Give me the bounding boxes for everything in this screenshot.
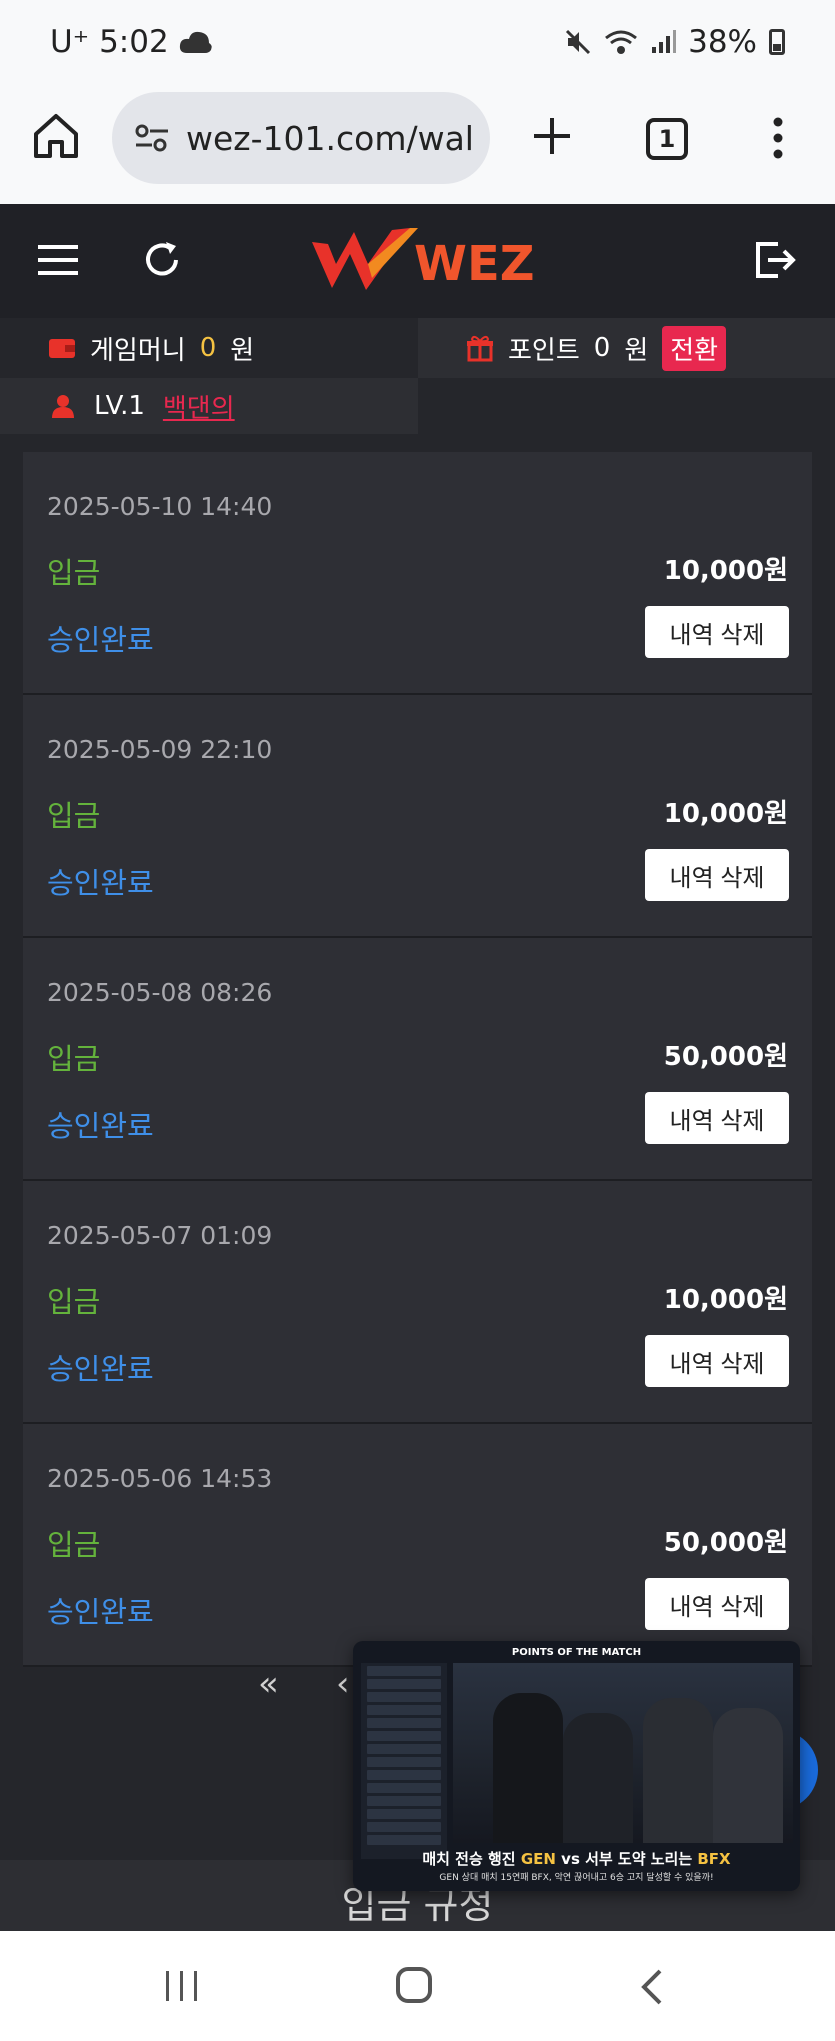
wez-logo-mark [312,228,418,290]
transaction-status: 승인완료 [47,1352,154,1386]
url-text[interactable]: wez-101.com/wall [186,119,476,158]
transaction-list: 2025-05-10 14:40 입금 10,000원 승인완료 내역 삭제 2… [23,452,812,1667]
transaction-type: 입금 [47,1285,101,1319]
transaction-amount: 10,000원 [663,1285,788,1315]
carrier-label: U⁺ [50,24,90,60]
pip-caption-team1: GEN [520,1850,556,1868]
transaction-status: 승인완료 [47,1595,154,1629]
wallet-summary: 게임머니 0 원 포인트 0 원 전환 [0,318,835,378]
transaction-status: 승인완료 [47,866,154,900]
game-money-label: 게임머니 [90,335,186,366]
transaction-date: 2025-05-06 14:53 [47,1464,273,1493]
transaction-amount: 50,000원 [663,1528,788,1558]
new-tab-icon[interactable] [530,114,574,158]
status-bar-right: 38% [564,24,785,60]
mute-icon [566,29,591,55]
cloud-icon [179,31,212,53]
signal-icon [652,30,677,53]
game-money-value: 0 [199,333,217,363]
pip-caption-b: vs 서부 도약 노리는 [555,1850,698,1868]
battery-icon [769,29,785,55]
transaction-item: 2025-05-09 22:10 입금 10,000원 승인완료 내역 삭제 [23,695,812,938]
transaction-amount: 50,000원 [663,1042,788,1072]
transaction-status: 승인완료 [47,1109,154,1143]
delete-record-button[interactable]: 내역 삭제 [645,1335,789,1387]
game-money-cell: 게임머니 0 원 [0,318,418,378]
hamburger-menu-icon[interactable] [38,244,78,276]
more-menu-icon[interactable] [770,116,786,160]
logout-icon[interactable] [752,238,796,282]
status-bar: U⁺ 5:02 38% [0,0,835,88]
address-bar[interactable]: wez-101.com/wall [112,92,490,184]
clock: 5:02 [99,24,169,60]
pip-video-player[interactable]: POINTS OF THE MATCH 매치 전승 행진 GEN vs 서부 도… [353,1641,800,1891]
user-nickname-link[interactable]: 백댄의 [163,388,235,425]
status-bar-left: U⁺ 5:02 [50,24,213,60]
tab-switcher-button[interactable]: 1 [646,118,688,160]
site-settings-icon[interactable] [132,118,172,158]
pip-video-frame [453,1663,793,1843]
wallet-icon [49,339,75,358]
transaction-amount: 10,000원 [663,556,788,586]
gift-icon [467,335,493,362]
pip-caption: 매치 전승 행진 GEN vs 서부 도약 노리는 BFX [353,1848,800,1869]
prev-page-button[interactable]: ‹ [336,1664,350,1704]
game-money-unit: 원 [230,335,255,366]
transaction-status: 승인완료 [47,623,154,657]
system-back-icon[interactable] [636,1967,666,2007]
transaction-item: 2025-05-08 08:26 입금 50,000원 승인완료 내역 삭제 [23,938,812,1181]
first-page-button[interactable]: « [258,1664,279,1704]
site-logo[interactable]: WEZ [310,224,535,298]
wifi-icon [605,30,638,54]
point-label: 포인트 [508,335,580,366]
point-value: 0 [593,333,611,363]
site-header: WEZ [0,204,835,318]
transaction-item: 2025-05-07 01:09 입금 10,000원 승인완료 내역 삭제 [23,1181,812,1424]
transaction-type: 입금 [47,556,101,590]
user-level: LV.1 [94,391,145,421]
transaction-item: 2025-05-06 14:53 입금 50,000원 승인완료 내역 삭제 [23,1424,812,1667]
delete-record-button[interactable]: 내역 삭제 [645,606,789,658]
user-icon [52,395,74,418]
transaction-date: 2025-05-10 14:40 [47,492,273,521]
point-cell: 포인트 0 원 전환 [418,318,835,378]
recent-apps-icon[interactable] [162,1969,202,2003]
transaction-date: 2025-05-07 01:09 [47,1221,273,1250]
refresh-icon[interactable] [140,238,184,282]
transaction-date: 2025-05-08 08:26 [47,978,273,1007]
transaction-type: 입금 [47,1042,101,1076]
system-home-icon[interactable] [396,1967,432,2003]
pip-top-label: POINTS OF THE MATCH [511,1647,642,1658]
user-level-cell: LV.1 백댄의 [0,378,418,434]
pip-stats-panel [361,1663,447,1859]
transaction-amount: 10,000원 [663,799,788,829]
logo-text: WEZ [414,236,535,292]
delete-record-button[interactable]: 내역 삭제 [645,849,789,901]
transaction-item: 2025-05-10 14:40 입금 10,000원 승인완료 내역 삭제 [23,452,812,695]
home-icon[interactable] [30,110,82,162]
convert-point-button[interactable]: 전환 [662,325,727,371]
pip-subcaption: GEN 상대 매치 15연패 BFX, 악연 끊어내고 6승 고지 달성할 수 … [439,1873,714,1883]
delete-record-button[interactable]: 내역 삭제 [645,1578,789,1630]
transaction-date: 2025-05-09 22:10 [47,735,273,764]
system-nav-bar [0,1931,835,2041]
transaction-type: 입금 [47,799,101,833]
battery-percent: 38% [688,24,757,60]
browser-toolbar: wez-101.com/wall 1 [0,88,835,204]
pip-caption-team2: BFX [697,1850,731,1868]
delete-record-button[interactable]: 내역 삭제 [645,1092,789,1144]
pip-caption-a: 매치 전승 행진 [422,1850,521,1868]
transaction-type: 입금 [47,1528,101,1562]
point-unit: 원 [624,335,649,366]
